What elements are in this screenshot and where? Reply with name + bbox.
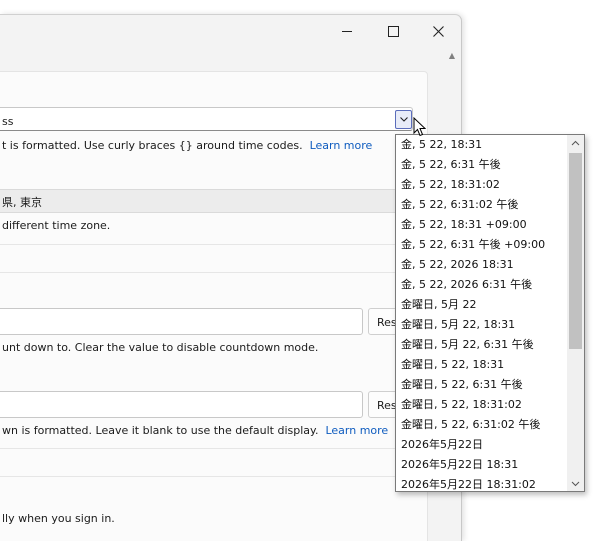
time-format-input[interactable]	[0, 107, 413, 131]
divider	[0, 244, 416, 245]
close-icon	[432, 25, 444, 37]
dropdown-option[interactable]: 金, 5 22, 18:31:02	[396, 175, 566, 195]
timezone-select[interactable]	[0, 189, 416, 213]
chevron-down-icon	[399, 117, 408, 122]
title-bar	[0, 15, 461, 47]
divider	[0, 272, 416, 273]
divider	[0, 476, 416, 477]
dropdown-scrollbar[interactable]	[567, 135, 584, 491]
dropdown-option[interactable]: 金曜日, 5月 22, 6:31 午後	[396, 335, 566, 355]
dropdown-option[interactable]: 金曜日, 5月 22	[396, 295, 566, 315]
minimize-button[interactable]	[324, 15, 370, 47]
minimize-icon	[342, 30, 352, 32]
timezone-help: different time zone.	[2, 219, 111, 232]
dropdown-option[interactable]: 金曜日, 5 22, 6:31:02 午後	[396, 415, 566, 435]
dropdown-option[interactable]: 金, 5 22, 18:31 +09:00	[396, 215, 566, 235]
time-format-help: t is formatted. Use curly braces {} arou…	[2, 139, 373, 152]
time-format-dropdown-button[interactable]	[395, 110, 412, 129]
countdown-help: unt down to. Clear the value to disable …	[2, 341, 319, 354]
scroll-up-arrow-icon[interactable]: ▲	[447, 51, 457, 61]
dropdown-option[interactable]: 金, 5 22, 6:31:02 午後	[396, 195, 566, 215]
dropdown-option[interactable]: 2026年5月22日 18:31:02	[396, 475, 566, 491]
time-format-dropdown-list[interactable]: 金, 5 22, 18:31 金, 5 22, 6:31 午後 金, 5 22, 1…	[395, 134, 585, 492]
dropdown-option[interactable]: 金, 5 22, 2026 18:31	[396, 255, 566, 275]
dropdown-option[interactable]: 2026年5月22日 18:31	[396, 455, 566, 475]
dropdown-option[interactable]: 金, 5 22, 6:31 午後	[396, 155, 566, 175]
startup-help: lly when you sign in.	[2, 512, 115, 525]
dropdown-option[interactable]: 2026年5月22日	[396, 435, 566, 455]
settings-window: ▲	[0, 14, 462, 541]
countdown-input[interactable]	[0, 308, 363, 335]
countdown-format-learn-more-link[interactable]: Learn more	[325, 424, 388, 437]
dropdown-option[interactable]: 金, 5 22, 2026 6:31 午後	[396, 275, 566, 295]
dropdown-option[interactable]: 金曜日, 5 22, 6:31 午後	[396, 375, 566, 395]
maximize-icon	[387, 25, 399, 37]
chevron-down-icon[interactable]	[571, 479, 580, 488]
dropdown-option[interactable]: 金曜日, 5月 22, 18:31	[396, 315, 566, 335]
dropdown-options: 金, 5 22, 18:31 金, 5 22, 6:31 午後 金, 5 22, 1…	[396, 135, 566, 491]
maximize-button[interactable]	[370, 15, 416, 47]
time-format-value: ss	[2, 115, 14, 128]
countdown-format-input[interactable]	[0, 391, 363, 418]
time-format-learn-more-link[interactable]: Learn more	[310, 139, 373, 152]
timezone-value: 県, 東京	[2, 196, 42, 209]
divider	[0, 448, 416, 449]
close-button[interactable]	[415, 15, 461, 47]
dropdown-scroll-thumb[interactable]	[569, 153, 582, 349]
chevron-up-icon[interactable]	[571, 139, 580, 148]
dropdown-option[interactable]: 金, 5 22, 6:31 午後 +09:00	[396, 235, 566, 255]
dropdown-option[interactable]: 金曜日, 5 22, 18:31:02	[396, 395, 566, 415]
mouse-cursor-icon	[413, 117, 426, 137]
countdown-format-help: wn is formatted. Leave it blank to use t…	[2, 424, 389, 437]
dropdown-option[interactable]: 金, 5 22, 18:31	[396, 135, 566, 155]
dropdown-option[interactable]: 金曜日, 5 22, 18:31	[396, 355, 566, 375]
